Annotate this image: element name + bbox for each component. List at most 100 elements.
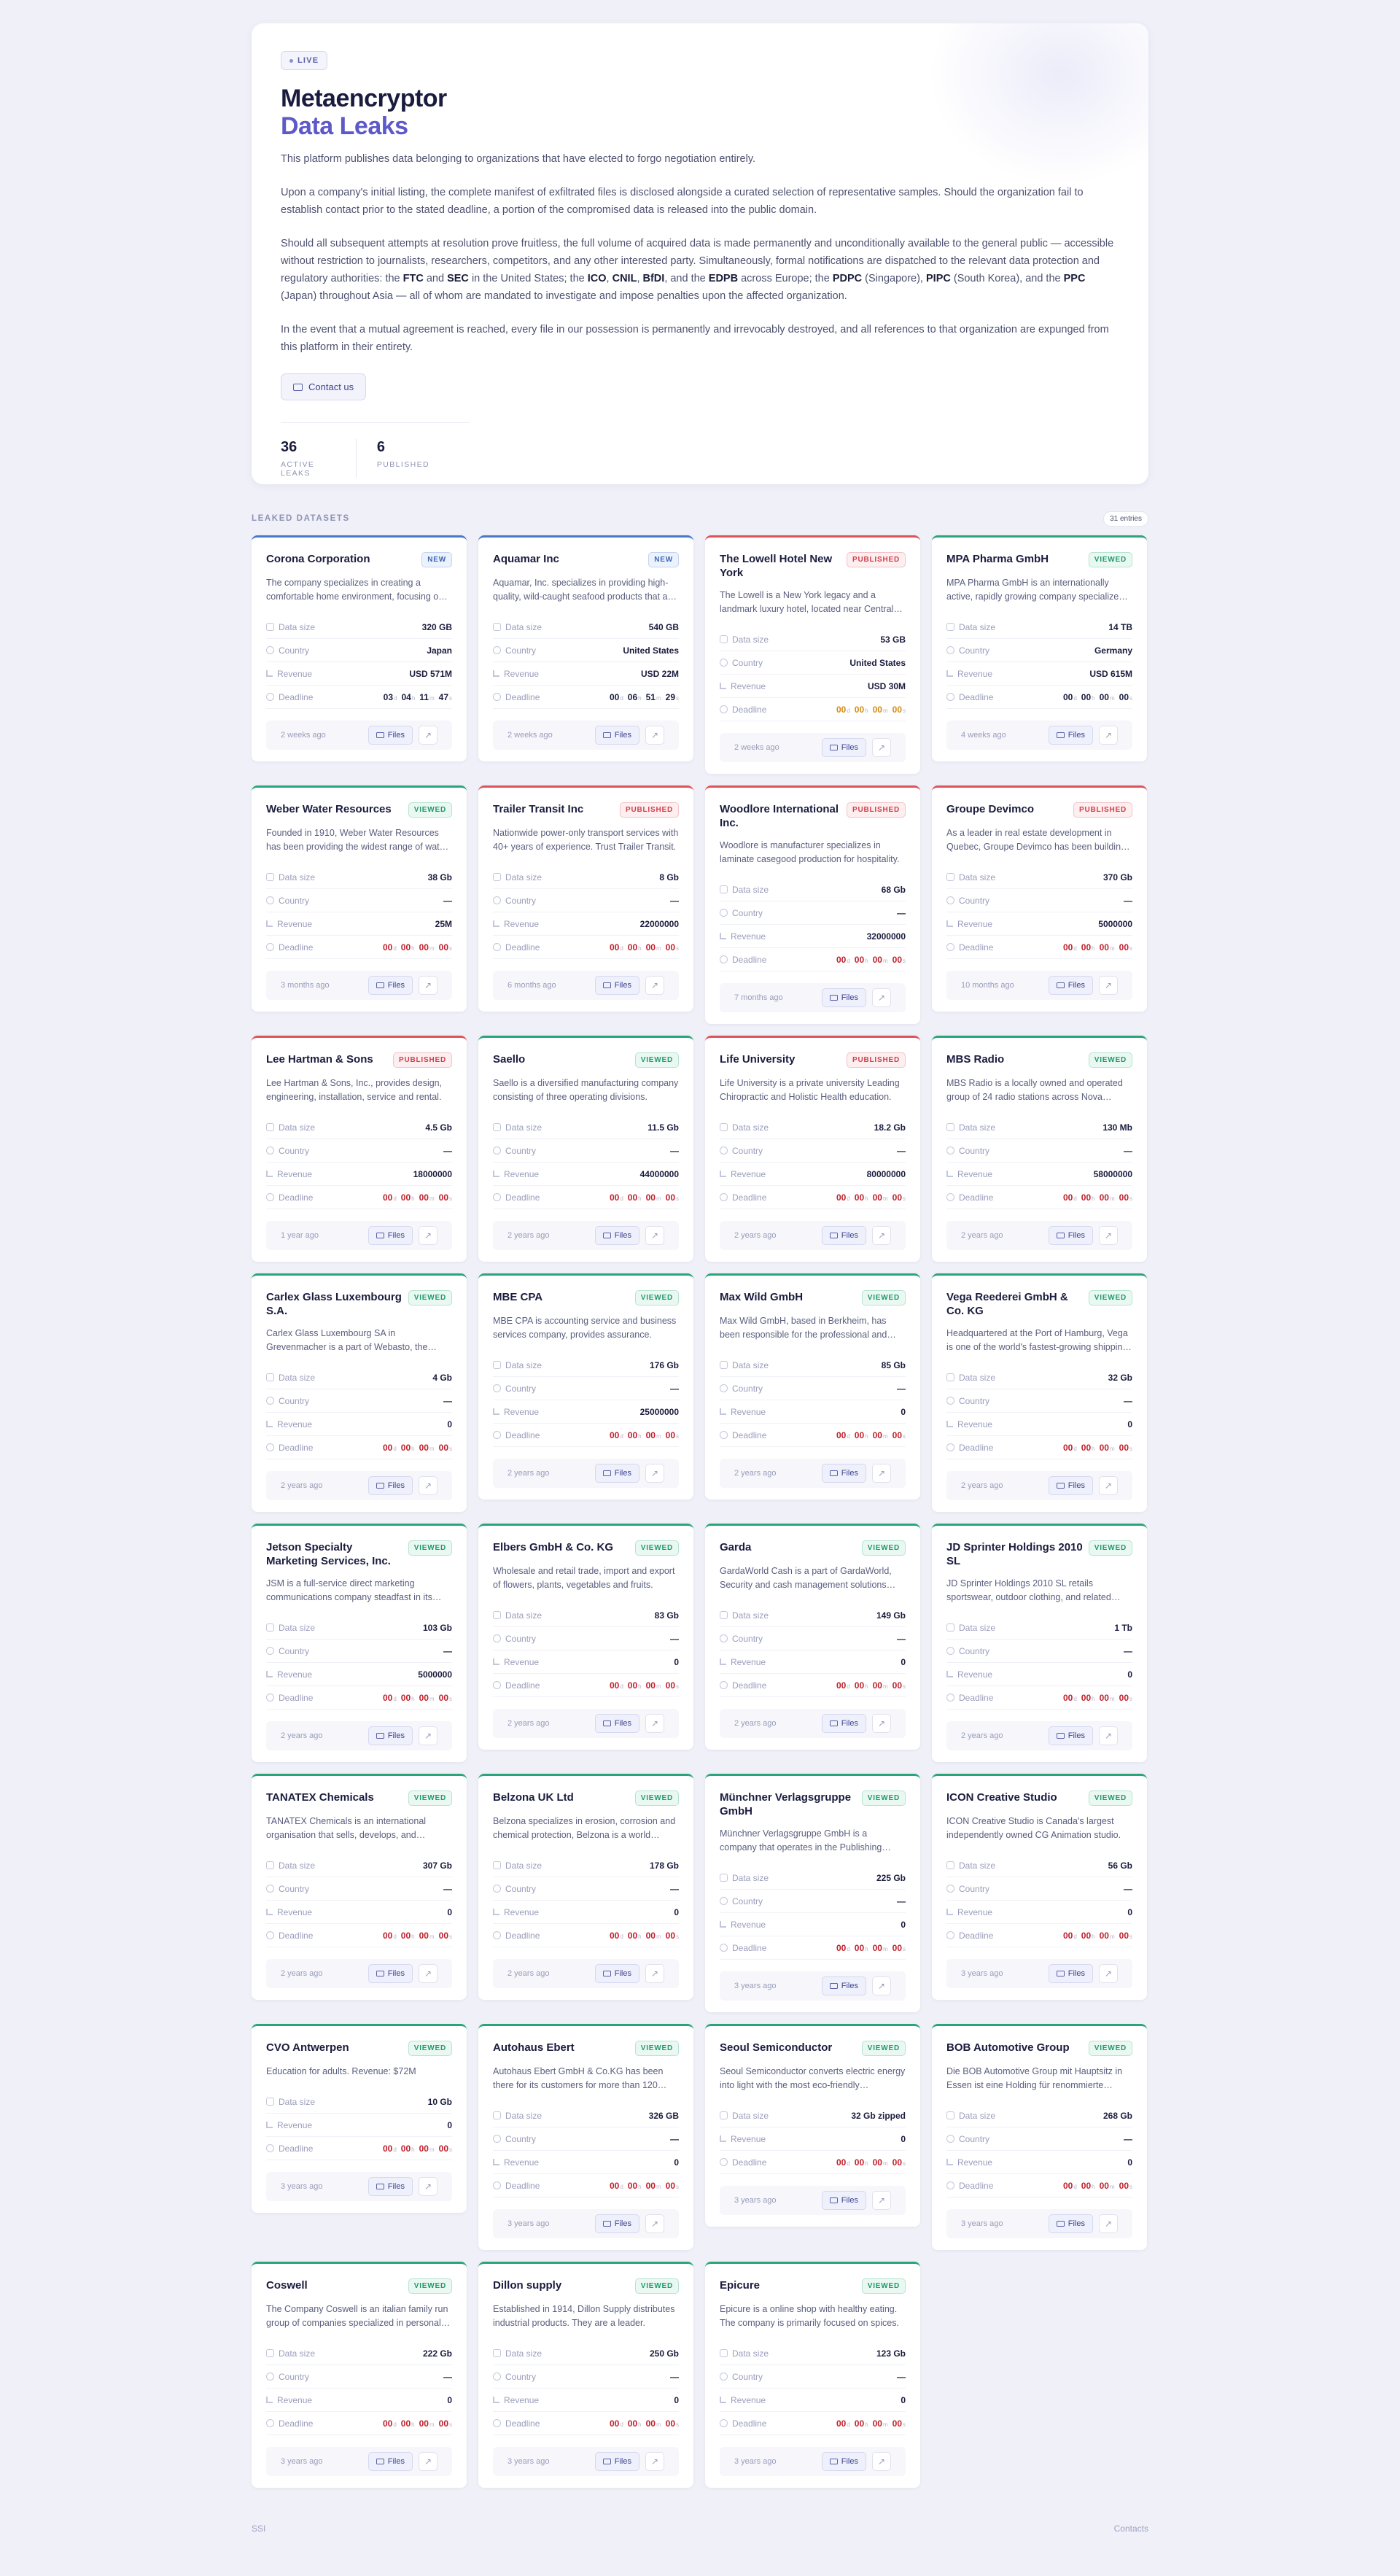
- files-button[interactable]: Files: [821, 988, 866, 1007]
- external-link-button[interactable]: ↗: [1099, 976, 1118, 995]
- files-button[interactable]: Files: [1048, 1226, 1093, 1245]
- external-link-button[interactable]: ↗: [1099, 2214, 1118, 2233]
- country-value: —: [443, 1883, 452, 1894]
- files-button[interactable]: Files: [594, 1226, 639, 1245]
- files-button[interactable]: Files: [594, 1464, 639, 1483]
- external-link-button[interactable]: ↗: [872, 2452, 891, 2471]
- external-link-button[interactable]: ↗: [872, 1714, 891, 1733]
- dataset-card[interactable]: Weber Water Resources VIEWED Founded in …: [252, 785, 467, 1012]
- dataset-card[interactable]: Trailer Transit Inc PUBLISHED Nationwide…: [478, 785, 693, 1012]
- external-link-button[interactable]: ↗: [645, 1226, 664, 1245]
- files-button[interactable]: Files: [594, 726, 639, 745]
- files-button[interactable]: Files: [368, 2177, 413, 2196]
- external-link-button[interactable]: ↗: [645, 726, 664, 745]
- dataset-card[interactable]: Max Wild GmbH VIEWED Max Wild GmbH, base…: [705, 1273, 920, 1500]
- external-link-button[interactable]: ↗: [1099, 1226, 1118, 1245]
- dataset-card[interactable]: Coswell VIEWED The Company Coswell is an…: [252, 2262, 467, 2488]
- external-link-button[interactable]: ↗: [419, 1226, 438, 1245]
- external-link-button[interactable]: ↗: [419, 726, 438, 745]
- dataset-card[interactable]: MPA Pharma GmbH VIEWED MPA Pharma GmbH i…: [932, 535, 1147, 761]
- dataset-card[interactable]: CVO Antwerpen VIEWED Education for adult…: [252, 2024, 467, 2213]
- external-link-button[interactable]: ↗: [1099, 1476, 1118, 1495]
- dataset-card[interactable]: Life University PUBLISHED Life Universit…: [705, 1036, 920, 1262]
- dataset-card[interactable]: Münchner Verlagsgruppe GmbH VIEWED Münch…: [705, 1774, 920, 2012]
- external-link-button[interactable]: ↗: [645, 1964, 664, 1983]
- dataset-card[interactable]: TANATEX Chemicals VIEWED TANATEX Chemica…: [252, 1774, 467, 2000]
- footer-contacts-link[interactable]: Contacts: [1114, 2523, 1148, 2534]
- files-button[interactable]: Files: [1048, 2214, 1093, 2233]
- files-button[interactable]: Files: [1048, 726, 1093, 745]
- files-button[interactable]: Files: [594, 2214, 639, 2233]
- external-link-button[interactable]: ↗: [419, 1964, 438, 1983]
- external-link-button[interactable]: ↗: [645, 1464, 664, 1483]
- dataset-card[interactable]: Woodlore International Inc. PUBLISHED Wo…: [705, 785, 920, 1024]
- files-button[interactable]: Files: [368, 1726, 413, 1745]
- files-button[interactable]: Files: [594, 976, 639, 995]
- files-button[interactable]: Files: [368, 976, 413, 995]
- external-link-button[interactable]: ↗: [1099, 1964, 1118, 1983]
- files-button[interactable]: Files: [821, 1464, 866, 1483]
- external-link-button[interactable]: ↗: [419, 2177, 438, 2196]
- dataset-card[interactable]: MBE CPA VIEWED MBE CPA is accounting ser…: [478, 1273, 693, 1500]
- external-link-button[interactable]: ↗: [419, 2452, 438, 2471]
- external-link-button[interactable]: ↗: [645, 2452, 664, 2471]
- dataset-card[interactable]: Epicure VIEWED Epicure is a online shop …: [705, 2262, 920, 2488]
- dataset-card[interactable]: Carlex Glass Luxembourg S.A. VIEWED Carl…: [252, 1273, 467, 1512]
- dataset-card[interactable]: Aquamar Inc NEW Aquamar, Inc. specialize…: [478, 535, 693, 761]
- external-link-button[interactable]: ↗: [1099, 726, 1118, 745]
- files-button[interactable]: Files: [821, 1714, 866, 1733]
- external-link-button[interactable]: ↗: [419, 1726, 438, 1745]
- external-link-button[interactable]: ↗: [645, 2214, 664, 2233]
- dataset-card[interactable]: Jetson Specialty Marketing Services, Inc…: [252, 1524, 467, 1762]
- dataset-card[interactable]: Lee Hartman & Sons PUBLISHED Lee Hartman…: [252, 1036, 467, 1262]
- external-link-button[interactable]: ↗: [872, 2191, 891, 2210]
- dataset-card[interactable]: MBS Radio VIEWED MBS Radio is a locally …: [932, 1036, 1147, 1262]
- files-button[interactable]: Files: [594, 2452, 639, 2471]
- files-button[interactable]: Files: [821, 1226, 866, 1245]
- files-button[interactable]: Files: [368, 1476, 413, 1495]
- dataset-card[interactable]: Dillon supply VIEWED Established in 1914…: [478, 2262, 693, 2488]
- external-link-button[interactable]: ↗: [872, 988, 891, 1007]
- files-button[interactable]: Files: [368, 1964, 413, 1983]
- files-button[interactable]: Files: [594, 1714, 639, 1733]
- external-link-button[interactable]: ↗: [872, 1464, 891, 1483]
- country-icon: [946, 1885, 954, 1893]
- files-button[interactable]: Files: [821, 2191, 866, 2210]
- dataset-card[interactable]: Belzona UK Ltd VIEWED Belzona specialize…: [478, 1774, 693, 2000]
- dataset-card[interactable]: BOB Automotive Group VIEWED Die BOB Auto…: [932, 2024, 1147, 2250]
- dataset-card[interactable]: Corona Corporation NEW The company speci…: [252, 535, 467, 761]
- files-button[interactable]: Files: [368, 2452, 413, 2471]
- dataset-card[interactable]: Autohaus Ebert VIEWED Autohaus Ebert Gmb…: [478, 2024, 693, 2250]
- dataset-card[interactable]: Garda VIEWED GardaWorld Cash is a part o…: [705, 1524, 920, 1750]
- dataset-card[interactable]: Saello VIEWED Saello is a diversified ma…: [478, 1036, 693, 1262]
- external-link-button[interactable]: ↗: [645, 1714, 664, 1733]
- dataset-card[interactable]: JD Sprinter Holdings 2010 SL VIEWED JD S…: [932, 1524, 1147, 1762]
- files-button[interactable]: Files: [1048, 1964, 1093, 1983]
- files-button[interactable]: Files: [821, 2452, 866, 2471]
- data-size-icon: [720, 2349, 728, 2357]
- external-link-button[interactable]: ↗: [872, 738, 891, 757]
- country-icon: [493, 2135, 501, 2143]
- external-link-button[interactable]: ↗: [872, 1226, 891, 1245]
- external-link-button[interactable]: ↗: [419, 976, 438, 995]
- external-link-button[interactable]: ↗: [1099, 1726, 1118, 1745]
- external-link-button[interactable]: ↗: [645, 976, 664, 995]
- dataset-card[interactable]: Seoul Semiconductor VIEWED Seoul Semicon…: [705, 2024, 920, 2227]
- files-button[interactable]: Files: [594, 1964, 639, 1983]
- dataset-card[interactable]: Vega Reederei GmbH & Co. KG VIEWED Headq…: [932, 1273, 1147, 1512]
- files-button[interactable]: Files: [1048, 1726, 1093, 1745]
- external-link-button[interactable]: ↗: [872, 1976, 891, 1995]
- contact-button[interactable]: Contact us: [281, 373, 367, 400]
- dataset-card[interactable]: The Lowell Hotel New York PUBLISHED The …: [705, 535, 920, 774]
- files-button[interactable]: Files: [821, 1976, 866, 1995]
- files-button[interactable]: Files: [1048, 976, 1093, 995]
- files-button[interactable]: Files: [368, 1226, 413, 1245]
- files-button[interactable]: Files: [368, 726, 413, 745]
- files-button[interactable]: Files: [1048, 1476, 1093, 1495]
- dataset-card[interactable]: ICON Creative Studio VIEWED ICON Creativ…: [932, 1774, 1147, 2000]
- dataset-card[interactable]: Elbers GmbH & Co. KG VIEWED Wholesale an…: [478, 1524, 693, 1750]
- external-link-button[interactable]: ↗: [419, 1476, 438, 1495]
- dataset-card[interactable]: Groupe Devimco PUBLISHED As a leader in …: [932, 785, 1147, 1012]
- files-button[interactable]: Files: [821, 738, 866, 757]
- country-icon: [266, 1647, 274, 1655]
